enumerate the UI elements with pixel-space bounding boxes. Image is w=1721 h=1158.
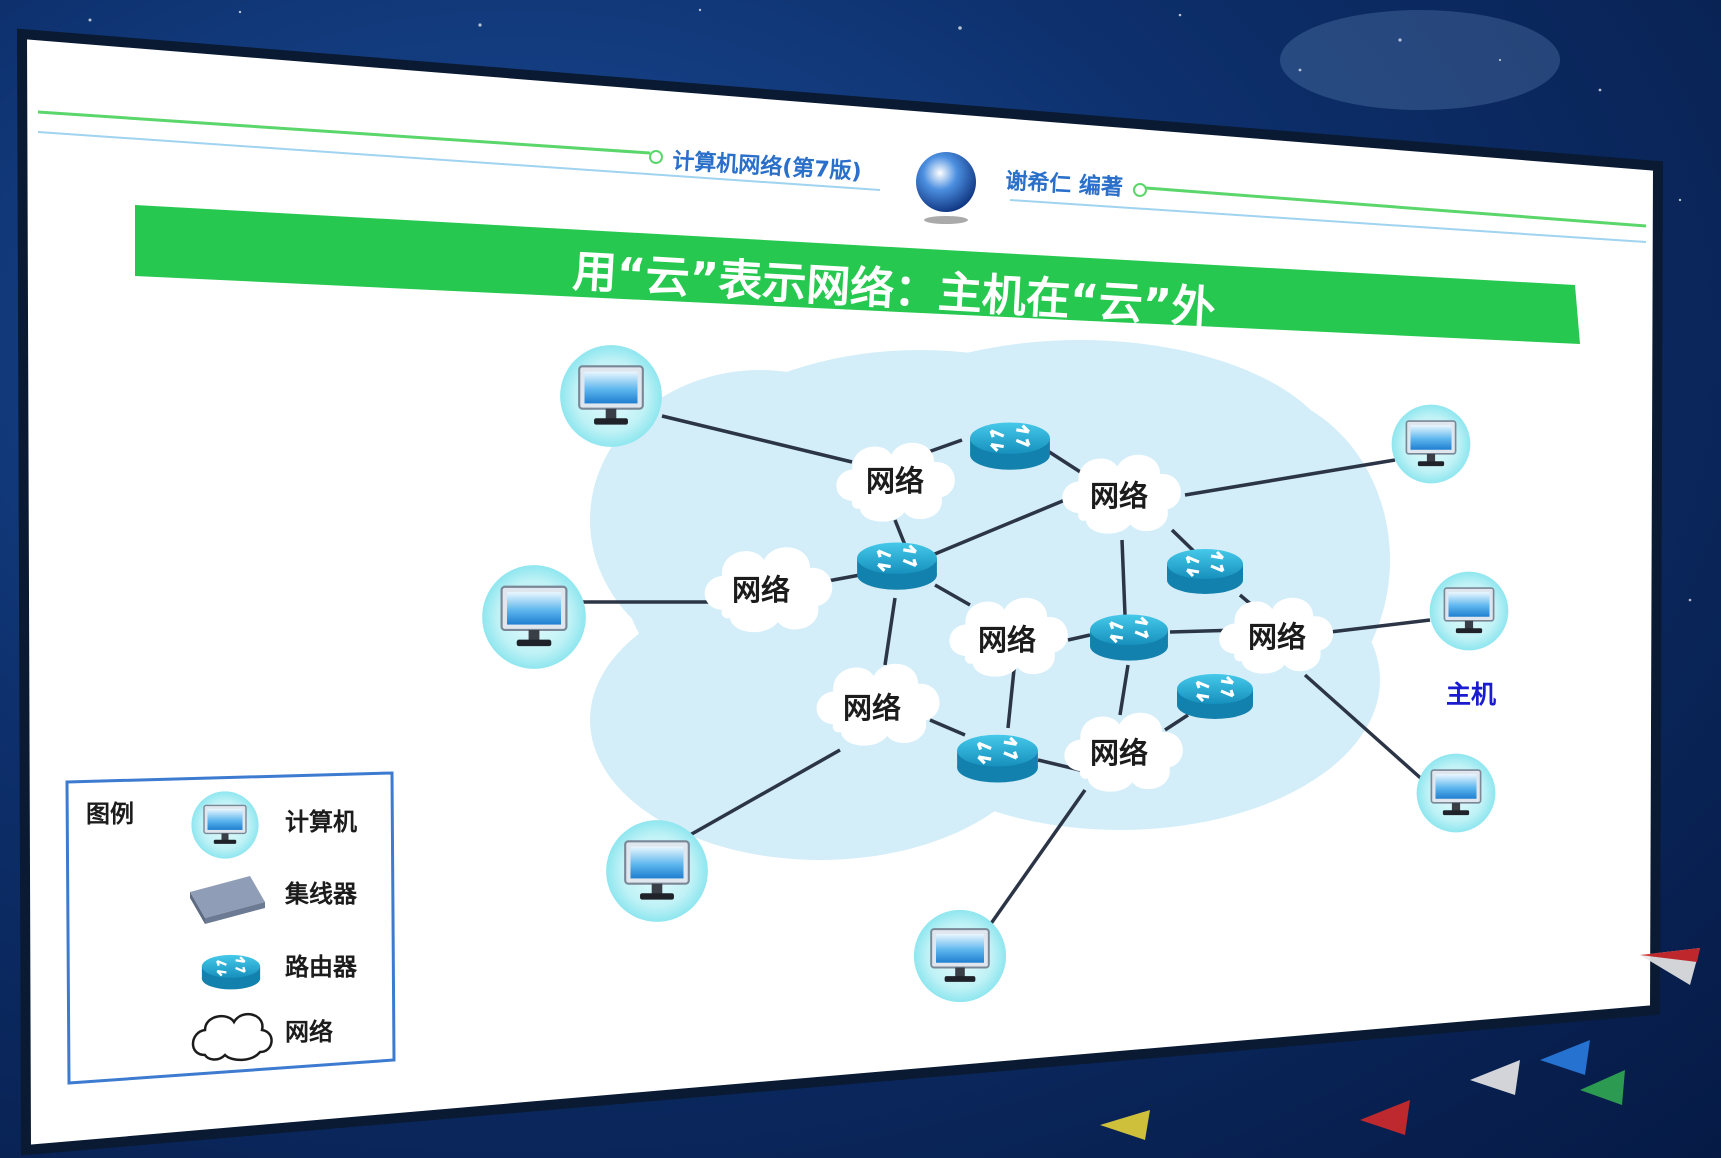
svg-text:网络: 网络 [1090, 479, 1148, 513]
legend: 图例 计算机 集线器 路由器 网络 [65, 771, 396, 1085]
computer-icon [1415, 752, 1497, 834]
router-icon [1175, 672, 1255, 721]
computer-icon [190, 790, 260, 860]
header-dot-right [1133, 183, 1147, 197]
svg-text:网络: 网络 [1090, 736, 1148, 770]
globe-logo [916, 152, 976, 212]
svg-text:集线器: 集线器 [284, 880, 358, 908]
router-icon [955, 733, 1040, 785]
computer-icon [1428, 570, 1510, 652]
computer-icon [605, 819, 709, 923]
svg-text:网络: 网络 [285, 1018, 333, 1046]
router-icon [968, 420, 1052, 472]
computer-icon [912, 908, 1008, 1004]
computer-icon [481, 564, 587, 670]
svg-text:网络: 网络 [1248, 620, 1306, 654]
legend-title: 图例 [86, 800, 134, 828]
router-icon [200, 953, 262, 991]
svg-text:网络: 网络 [843, 691, 901, 725]
svg-text:网络: 网络 [732, 573, 790, 607]
computer-icon [559, 344, 663, 448]
router-icon [1165, 547, 1245, 596]
slide-frame: 计算机网络(第7版) 谢希仁 编著 用“云”表示网络：主机在“云”外 网络 网络… [16, 8, 1700, 1156]
svg-text:网络: 网络 [866, 464, 924, 498]
router-icon [855, 540, 939, 592]
svg-text:网络: 网络 [978, 623, 1036, 657]
header-dot-left [649, 150, 663, 164]
host-label: 主机 [1446, 680, 1496, 709]
computer-icon [1390, 403, 1472, 485]
svg-text:计算机: 计算机 [285, 808, 357, 836]
svg-text:路由器: 路由器 [285, 953, 358, 981]
router-icon [1088, 612, 1170, 663]
